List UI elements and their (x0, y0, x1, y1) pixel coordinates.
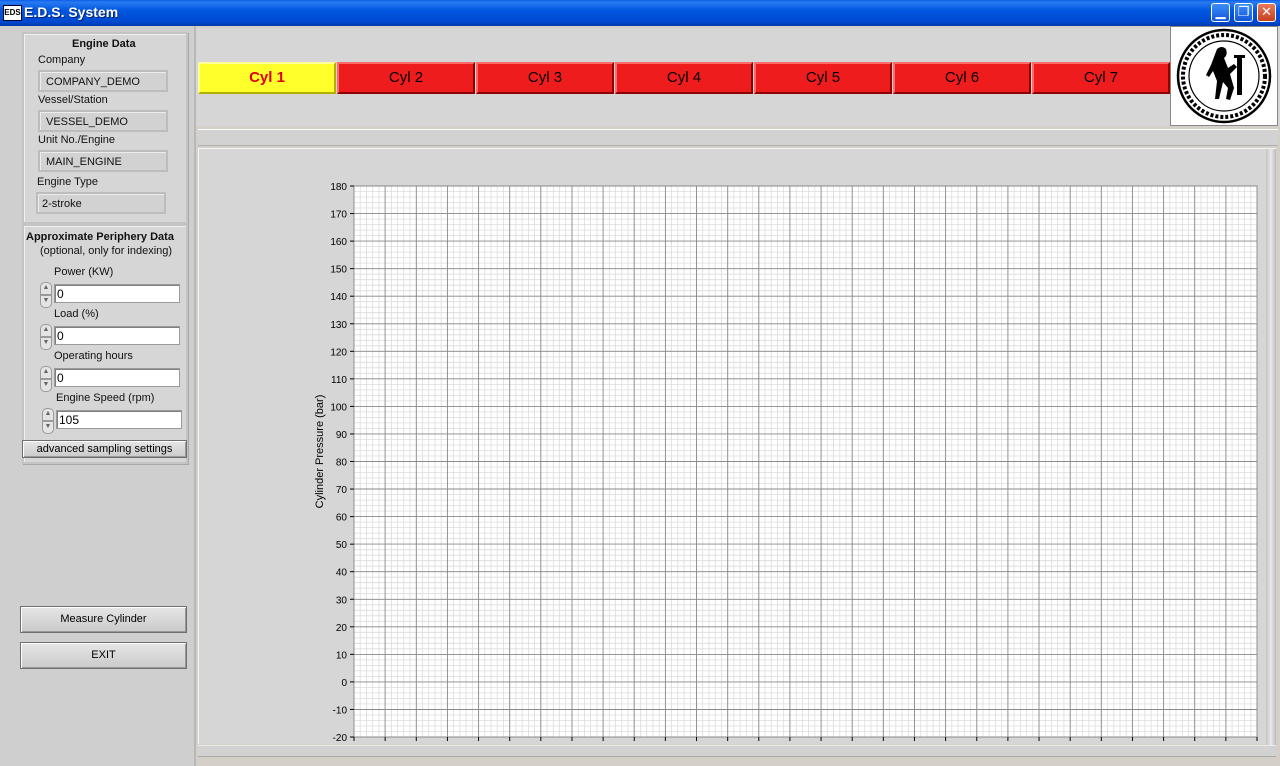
power-input[interactable]: 0 (54, 284, 180, 303)
close-button[interactable]: ✕ (1257, 3, 1276, 22)
y-tick-label: 0 (341, 678, 347, 689)
y-tick-label: 140 (330, 292, 347, 303)
restore-button[interactable]: ❐ (1234, 3, 1253, 22)
engine-type-field[interactable]: 2-stroke (36, 192, 166, 214)
y-tick-label: 160 (330, 237, 347, 248)
y-tick-label: -10 (333, 705, 348, 716)
power-label: Power (KW) (54, 266, 114, 278)
hours-label: Operating hours (54, 350, 133, 362)
y-tick-label: 70 (336, 485, 348, 496)
advanced-sampling-settings-button[interactable]: advanced sampling settings (22, 440, 187, 458)
tab-cyl-1[interactable]: Cyl 1 (198, 62, 336, 94)
window-titlebar: EDS E.D.S. System ▁ ❐ ✕ (0, 0, 1280, 26)
tab-cyl-4[interactable]: Cyl 4 (615, 62, 753, 94)
chart-scroll-edge (1266, 149, 1276, 745)
unit-label: Unit No./Engine (38, 134, 116, 146)
university-seal-logo (1170, 26, 1278, 126)
y-tick-label: 100 (330, 402, 347, 413)
load-input[interactable]: 0 (54, 326, 180, 345)
company-field[interactable]: COMPANY_DEMO (38, 70, 168, 92)
minimize-button[interactable]: ▁ (1211, 3, 1230, 22)
window-title: E.D.S. System (24, 4, 119, 20)
y-axis-label: Cylinder Pressure (bar) (314, 395, 326, 509)
tab-cyl-7[interactable]: Cyl 7 (1032, 62, 1170, 94)
y-tick-label: 150 (330, 265, 347, 276)
y-tick-label: 10 (336, 650, 348, 661)
y-tick-label: 50 (336, 540, 348, 551)
y-tick-label: 40 (336, 568, 348, 579)
pressure-chart: -20 -10 0 10 20 30 40 50 60 70 80 90 100 110 120 130 140… (314, 182, 1269, 766)
cylinder-tab-bar: Cyl 1 Cyl 2 Cyl 3 Cyl 4 Cyl 5 Cyl 6 Cyl … (196, 28, 1280, 126)
y-tick-label: 20 (336, 623, 348, 634)
y-tick-label: 60 (336, 513, 348, 524)
load-label: Load (%) (54, 308, 99, 320)
engine-data-title: Engine Data (72, 38, 136, 50)
vessel-label: Vessel/Station (38, 94, 108, 106)
tab-cyl-5[interactable]: Cyl 5 (754, 62, 892, 94)
left-panel: Engine Data Company COMPANY_DEMO Vessel/… (0, 26, 196, 766)
speed-label: Engine Speed (rpm) (56, 392, 155, 404)
main-content: Engine Data Company COMPANY_DEMO Vessel/… (0, 26, 1280, 766)
engine-data-frame: Engine Data Company COMPANY_DEMO Vessel/… (22, 32, 188, 224)
y-tick-label: 110 (331, 375, 347, 386)
bottom-scrollbar[interactable] (198, 745, 1276, 757)
y-tick-label: 80 (336, 458, 348, 469)
engine-type-label: Engine Type (37, 176, 98, 188)
tab-cyl-2[interactable]: Cyl 2 (337, 62, 475, 94)
tab-cyl-3[interactable]: Cyl 3 (476, 62, 614, 94)
y-tick-label: 170 (330, 210, 347, 221)
y-tick-label: -20 (333, 733, 348, 744)
separator-strip (198, 129, 1278, 146)
speed-input[interactable]: 105 (56, 410, 182, 429)
y-tick-label: 90 (336, 430, 348, 441)
y-tick-label: 180 (330, 182, 347, 193)
measure-cylinder-button[interactable]: Measure Cylinder (20, 606, 187, 633)
unit-field[interactable]: MAIN_ENGINE (38, 150, 168, 172)
power-spinner[interactable]: ▲ ▼ (40, 282, 52, 308)
y-tick-label: 130 (330, 320, 347, 331)
company-label: Company (38, 54, 86, 66)
y-tick-label: 120 (330, 347, 347, 358)
periphery-title: Approximate Periphery Data (26, 231, 174, 243)
y-tick-label: 30 (336, 595, 348, 606)
vessel-field[interactable]: VESSEL_DEMO (38, 110, 168, 132)
periphery-subtitle: (optional, only for indexing) (40, 245, 173, 257)
app-icon: EDS (3, 5, 22, 21)
exit-button[interactable]: EXIT (20, 642, 187, 669)
speed-spinner[interactable]: ▲ ▼ (42, 408, 54, 434)
pressure-chart-panel: -20 -10 0 10 20 30 40 50 60 70 80 90 100 110 120 130 140… (198, 148, 1276, 766)
hours-spinner[interactable]: ▲ ▼ (40, 366, 52, 392)
tab-cyl-6[interactable]: Cyl 6 (893, 62, 1031, 94)
hours-input[interactable]: 0 (54, 368, 180, 387)
periphery-data-frame: Approximate Periphery Data (optional, on… (22, 224, 188, 464)
load-spinner[interactable]: ▲ ▼ (40, 324, 52, 350)
